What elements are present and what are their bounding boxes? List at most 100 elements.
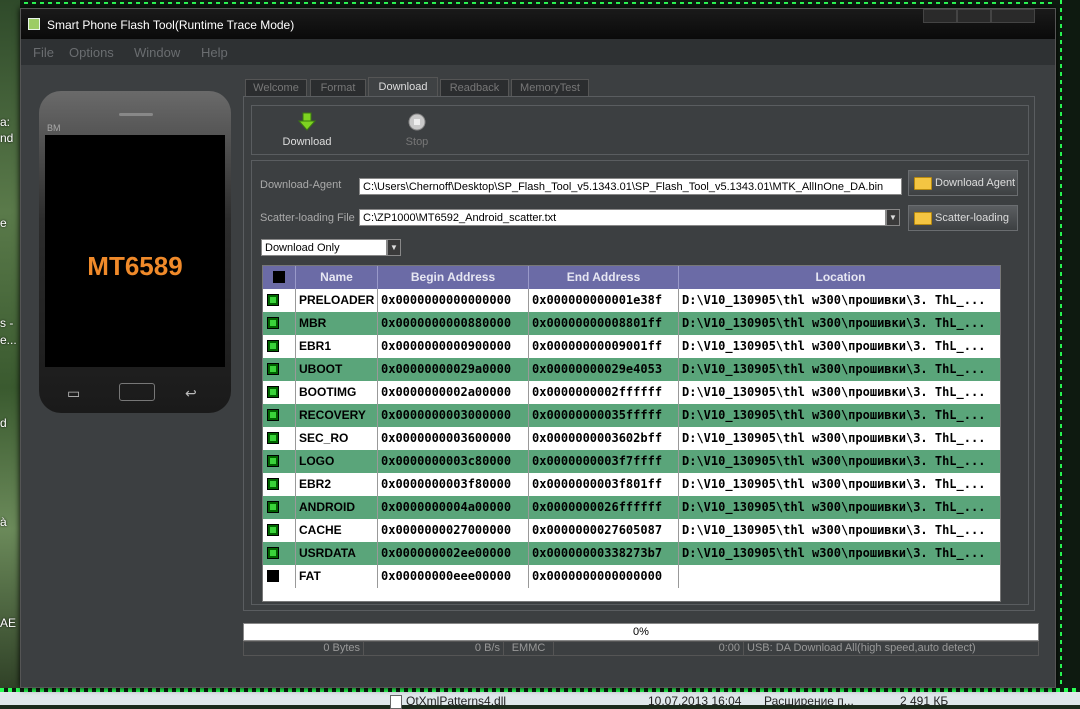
row-checkbox[interactable]: [267, 317, 279, 329]
download-agent-button[interactable]: Download Agent: [908, 170, 1018, 196]
cell-name: FAT: [296, 565, 378, 588]
cell-location: D:\V10_130905\thl w300\прошивки\3. ThL_.…: [679, 381, 1000, 404]
tab-download[interactable]: Download: [368, 77, 438, 96]
row-checkbox[interactable]: [267, 409, 279, 421]
table-row[interactable]: USRDATA 0x000000002ee00000 0x0000000033827…: [263, 542, 1000, 565]
menu-help[interactable]: Help: [201, 45, 228, 60]
cell-end: 0x0000000003f7ffff: [529, 450, 679, 473]
download-arrow-icon: [297, 112, 317, 131]
row-checkbox[interactable]: [267, 570, 279, 582]
cell-begin: 0x0000000003c80000: [378, 450, 529, 473]
download-button[interactable]: Download: [272, 106, 342, 148]
cell-location: D:\V10_130905\thl w300\прошивки\3. ThL_.…: [679, 289, 1000, 312]
explorer-file-type: Расширение п...: [764, 694, 854, 708]
download-agent-field[interactable]: C:\Users\Chernoff\Desktop\SP_Flash_Tool_…: [359, 178, 902, 195]
desktop-border-top: [0, 0, 1080, 8]
desktop-icon-label[interactable]: AE: [0, 616, 16, 630]
cell-name: MBR: [296, 312, 378, 335]
row-checkbox[interactable]: [267, 501, 279, 513]
row-checkbox[interactable]: [267, 455, 279, 467]
row-checkbox-cell: [263, 496, 296, 519]
table-header: Name Begin Address End Address Location: [263, 266, 1000, 289]
explorer-file-date: 10.07.2013 16:04: [648, 694, 742, 708]
desktop-icon-label[interactable]: s -: [0, 316, 13, 330]
cell-location: D:\V10_130905\thl w300\прошивки\3. ThL_.…: [679, 404, 1000, 427]
table-row[interactable]: CACHE 0x0000000027000000 0x000000002760508…: [263, 519, 1000, 542]
cell-location: D:\V10_130905\thl w300\прошивки\3. ThL_.…: [679, 519, 1000, 542]
header-end-address: End Address: [529, 266, 679, 289]
row-checkbox-cell: [263, 335, 296, 358]
back-key-icon: ↩: [185, 385, 197, 401]
status-storage: EMMC: [504, 642, 554, 655]
tab-memorytest[interactable]: MemoryTest: [511, 79, 589, 96]
table-row[interactable]: LOGO 0x0000000003c80000 0x0000000003f7ffff…: [263, 450, 1000, 473]
folder-icon: [914, 212, 932, 225]
menu-options[interactable]: Options: [69, 45, 114, 60]
minimize-button[interactable]: [923, 9, 957, 23]
cell-begin: 0x0000000003600000: [378, 427, 529, 450]
cell-begin: 0x0000000000900000: [378, 335, 529, 358]
menu-file[interactable]: File: [33, 45, 54, 60]
download-agent-button-label: Download Agent: [935, 177, 1016, 189]
title-bar[interactable]: Smart Phone Flash Tool(Runtime Trace Mod…: [21, 9, 1055, 39]
desktop-icon-label[interactable]: e: [0, 216, 7, 230]
select-all-checkbox[interactable]: [273, 271, 285, 283]
app-icon: [28, 18, 40, 30]
mode-dropdown-button[interactable]: ▼: [387, 239, 401, 256]
scatter-file-field[interactable]: C:\ZP1000\MT6592_Android_scatter.txt: [359, 209, 886, 226]
cell-location: D:\V10_130905\thl w300\прошивки\3. ThL_.…: [679, 496, 1000, 519]
stop-button[interactable]: Stop: [382, 106, 452, 148]
mode-select[interactable]: Download Only: [261, 239, 387, 256]
status-message: USB: DA Download All(high speed,auto det…: [747, 642, 976, 654]
table-row[interactable]: EBR2 0x0000000003f80000 0x0000000003f801ff…: [263, 473, 1000, 496]
cell-location: D:\V10_130905\thl w300\прошивки\3. ThL_.…: [679, 542, 1000, 565]
cell-end: 0x0000000003f801ff: [529, 473, 679, 496]
table-row[interactable]: ANDROID 0x0000000004a00000 0x0000000026fff…: [263, 496, 1000, 519]
table-row[interactable]: PRELOADER 0x0000000000000000 0x00000000000…: [263, 289, 1000, 312]
row-checkbox[interactable]: [267, 386, 279, 398]
table-row[interactable]: MBR 0x0000000000880000 0x00000000008801ff D…: [263, 312, 1000, 335]
menu-window[interactable]: Window: [134, 45, 180, 60]
table-row[interactable]: BOOTIMG 0x0000000002a00000 0x0000000002fff…: [263, 381, 1000, 404]
header-location: Location: [815, 270, 866, 284]
table-row[interactable]: EBR1 0x0000000000900000 0x00000000009001ff…: [263, 335, 1000, 358]
cell-name: CACHE: [296, 519, 378, 542]
scatter-loading-button[interactable]: Scatter-loading: [908, 205, 1018, 231]
desktop-icon-label[interactable]: e...: [0, 333, 17, 347]
desktop-icon-label[interactable]: nd: [0, 131, 13, 145]
desktop-icon-label[interactable]: a:: [0, 115, 10, 129]
home-key-icon: [119, 383, 155, 401]
tab-readback[interactable]: Readback: [440, 79, 509, 96]
row-checkbox[interactable]: [267, 294, 279, 306]
tab-format[interactable]: Format: [310, 79, 366, 96]
select-all-header[interactable]: [263, 266, 296, 289]
close-button[interactable]: [991, 9, 1035, 23]
row-checkbox[interactable]: [267, 363, 279, 375]
maximize-button[interactable]: [957, 9, 991, 23]
desktop-icon-label[interactable]: à: [0, 515, 7, 529]
row-checkbox[interactable]: [267, 340, 279, 352]
row-checkbox-cell: [263, 358, 296, 381]
scatter-dropdown-button[interactable]: ▼: [886, 209, 900, 226]
cell-name: SEC_RO: [296, 427, 378, 450]
cell-end: 0x0000000027605087: [529, 519, 679, 542]
cell-begin: 0x0000000000000000: [378, 289, 529, 312]
table-row[interactable]: RECOVERY 0x0000000003000000 0x00000000035f…: [263, 404, 1000, 427]
explorer-file-name[interactable]: QtXmlPatterns4.dll: [390, 694, 506, 709]
header-begin-address: Begin Address: [378, 266, 529, 289]
table-row[interactable]: SEC_RO 0x0000000003600000 0x0000000003602b…: [263, 427, 1000, 450]
row-checkbox[interactable]: [267, 547, 279, 559]
desktop-icon-label[interactable]: d: [0, 416, 7, 430]
cell-end: 0x00000000338273b7: [529, 542, 679, 565]
explorer-file-size: 2 491 КБ: [900, 694, 949, 708]
table-row[interactable]: UBOOT 0x00000000029a0000 0x00000000029e405…: [263, 358, 1000, 381]
cell-location: D:\V10_130905\thl w300\прошивки\3. ThL_.…: [679, 358, 1000, 381]
row-checkbox[interactable]: [267, 524, 279, 536]
row-checkbox[interactable]: [267, 432, 279, 444]
phone-illustration: BM MT6589 ▭ ↩: [39, 91, 231, 413]
tab-welcome[interactable]: Welcome: [245, 79, 307, 96]
row-checkbox-cell: [263, 427, 296, 450]
cell-location: D:\V10_130905\thl w300\прошивки\3. ThL_.…: [679, 335, 1000, 358]
table-row[interactable]: FAT 0x00000000eee00000 0x0000000000000000: [263, 565, 1000, 588]
row-checkbox[interactable]: [267, 478, 279, 490]
